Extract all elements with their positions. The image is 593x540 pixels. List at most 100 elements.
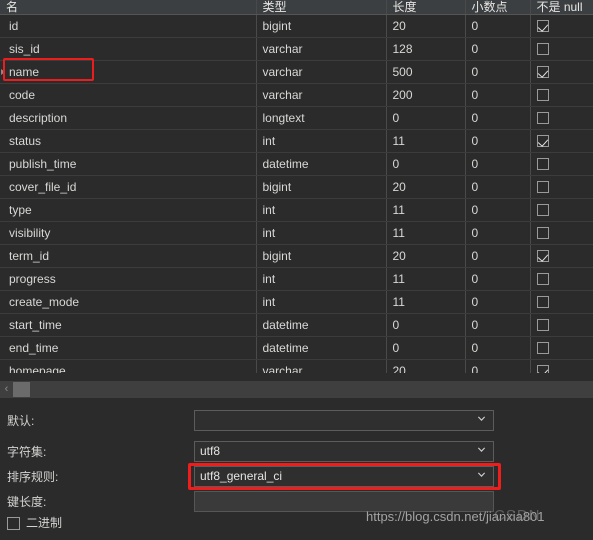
checkbox-unchecked-icon[interactable]: [536, 342, 549, 355]
cell-field-decimal[interactable]: 0: [465, 198, 531, 222]
cell-field-notnull[interactable]: [530, 152, 593, 176]
cell-field-notnull[interactable]: [530, 267, 593, 291]
cell-field-notnull[interactable]: [530, 336, 593, 360]
cell-field-notnull[interactable]: [530, 14, 593, 38]
cell-field-name[interactable]: start_time: [0, 313, 257, 337]
cell-field-name[interactable]: cover_file_id: [0, 175, 257, 199]
cell-field-length[interactable]: 11: [386, 290, 466, 314]
cell-field-length[interactable]: 20: [386, 14, 466, 38]
scroll-left-arrow-icon[interactable]: ‹: [0, 381, 13, 398]
checkbox-unchecked-icon[interactable]: [536, 273, 549, 286]
cell-field-type[interactable]: int: [256, 290, 387, 314]
cell-field-name[interactable]: code: [0, 83, 257, 107]
cell-field-type[interactable]: varchar: [256, 37, 387, 61]
cell-field-length[interactable]: 500: [386, 60, 466, 84]
table-row[interactable]: end_time datetime 0 0: [0, 336, 593, 360]
table-row[interactable]: visibility int 11 0: [0, 221, 593, 245]
cell-field-length[interactable]: 128: [386, 37, 466, 61]
table-row[interactable]: code varchar 200 0: [0, 83, 593, 107]
checkbox-unchecked-icon[interactable]: [536, 43, 549, 56]
cell-field-name[interactable]: status: [0, 129, 257, 153]
cell-field-name[interactable]: visibility: [0, 221, 257, 245]
checkbox-unchecked-icon[interactable]: [536, 296, 549, 309]
cell-field-type[interactable]: int: [256, 198, 387, 222]
cell-field-decimal[interactable]: 0: [465, 60, 531, 84]
checkbox-checked-icon[interactable]: [536, 135, 549, 148]
cell-field-name[interactable]: create_mode: [0, 290, 257, 314]
cell-field-decimal[interactable]: 0: [465, 336, 531, 360]
cell-field-length[interactable]: 11: [386, 267, 466, 291]
cell-field-name[interactable]: publish_time: [0, 152, 257, 176]
cell-field-name[interactable]: id: [0, 14, 257, 38]
cell-field-type[interactable]: varchar: [256, 60, 387, 84]
cell-field-type[interactable]: datetime: [256, 152, 387, 176]
cell-field-decimal[interactable]: 0: [465, 359, 531, 373]
cell-field-notnull[interactable]: [530, 290, 593, 314]
cell-field-notnull[interactable]: [530, 60, 593, 84]
checkbox-unchecked-icon[interactable]: [536, 319, 549, 332]
cell-field-decimal[interactable]: 0: [465, 14, 531, 38]
table-row[interactable]: create_mode int 11 0: [0, 290, 593, 314]
checkbox-unchecked-icon[interactable]: [536, 181, 549, 194]
cell-field-notnull[interactable]: [530, 198, 593, 222]
checkbox-unchecked-icon[interactable]: [536, 158, 549, 171]
binary-checkbox[interactable]: [7, 516, 20, 530]
cell-field-decimal[interactable]: 0: [465, 175, 531, 199]
cell-field-type[interactable]: datetime: [256, 336, 387, 360]
cell-field-name[interactable]: term_id: [0, 244, 257, 268]
cell-field-name[interactable]: name: [0, 60, 257, 84]
cell-field-notnull[interactable]: [530, 244, 593, 268]
table-row[interactable]: sis_id varchar 128 0: [0, 37, 593, 61]
cell-field-notnull[interactable]: [530, 221, 593, 245]
column-header-length[interactable]: 长度: [386, 0, 466, 15]
cell-field-type[interactable]: int: [256, 129, 387, 153]
column-header-type[interactable]: 类型: [256, 0, 387, 15]
cell-field-length[interactable]: 20: [386, 175, 466, 199]
cell-field-length[interactable]: 0: [386, 336, 466, 360]
cell-field-length[interactable]: 0: [386, 106, 466, 130]
table-row[interactable]: id bigint 20 0: [0, 14, 593, 38]
cell-field-name[interactable]: description: [0, 106, 257, 130]
cell-field-length[interactable]: 200: [386, 83, 466, 107]
cell-field-length[interactable]: 0: [386, 152, 466, 176]
cell-field-type[interactable]: int: [256, 267, 387, 291]
cell-field-type[interactable]: datetime: [256, 313, 387, 337]
table-row[interactable]: term_id bigint 20 0: [0, 244, 593, 268]
cell-field-type[interactable]: longtext: [256, 106, 387, 130]
cell-field-name[interactable]: homepage: [0, 359, 257, 373]
cell-field-type[interactable]: varchar: [256, 83, 387, 107]
table-row[interactable]: publish_time datetime 0 0: [0, 152, 593, 176]
columns-grid[interactable]: 名 类型 长度 小数点 不是 null id bigint 20 0 sis_id var…: [0, 0, 593, 373]
cell-field-notnull[interactable]: [530, 175, 593, 199]
column-header-name[interactable]: 名: [0, 0, 257, 15]
cell-field-name[interactable]: progress: [0, 267, 257, 291]
column-header-notnull[interactable]: 不是 null: [530, 0, 593, 15]
cell-field-decimal[interactable]: 0: [465, 106, 531, 130]
cell-field-type[interactable]: varchar: [256, 359, 387, 373]
table-row[interactable]: name varchar 500 0: [0, 60, 593, 84]
cell-field-name[interactable]: end_time: [0, 336, 257, 360]
cell-field-decimal[interactable]: 0: [465, 221, 531, 245]
cell-field-decimal[interactable]: 0: [465, 313, 531, 337]
cell-field-length[interactable]: 11: [386, 198, 466, 222]
cell-field-notnull[interactable]: [530, 83, 593, 107]
table-row[interactable]: start_time datetime 0 0: [0, 313, 593, 337]
cell-field-decimal[interactable]: 0: [465, 290, 531, 314]
checkbox-unchecked-icon[interactable]: [536, 227, 549, 240]
checkbox-unchecked-icon[interactable]: [536, 204, 549, 217]
cell-field-decimal[interactable]: 0: [465, 244, 531, 268]
table-row[interactable]: description longtext 0 0: [0, 106, 593, 130]
cell-field-notnull[interactable]: [530, 106, 593, 130]
column-header-decimal[interactable]: 小数点: [465, 0, 531, 15]
cell-field-type[interactable]: bigint: [256, 244, 387, 268]
default-value-combobox[interactable]: [194, 410, 494, 431]
charset-combobox[interactable]: utf8: [194, 441, 494, 462]
cell-field-type[interactable]: bigint: [256, 175, 387, 199]
cell-field-notnull[interactable]: [530, 359, 593, 373]
cell-field-decimal[interactable]: 0: [465, 267, 531, 291]
cell-field-type[interactable]: bigint: [256, 14, 387, 38]
cell-field-type[interactable]: int: [256, 221, 387, 245]
cell-field-decimal[interactable]: 0: [465, 152, 531, 176]
cell-field-name[interactable]: sis_id: [0, 37, 257, 61]
cell-field-length[interactable]: 20: [386, 359, 466, 373]
